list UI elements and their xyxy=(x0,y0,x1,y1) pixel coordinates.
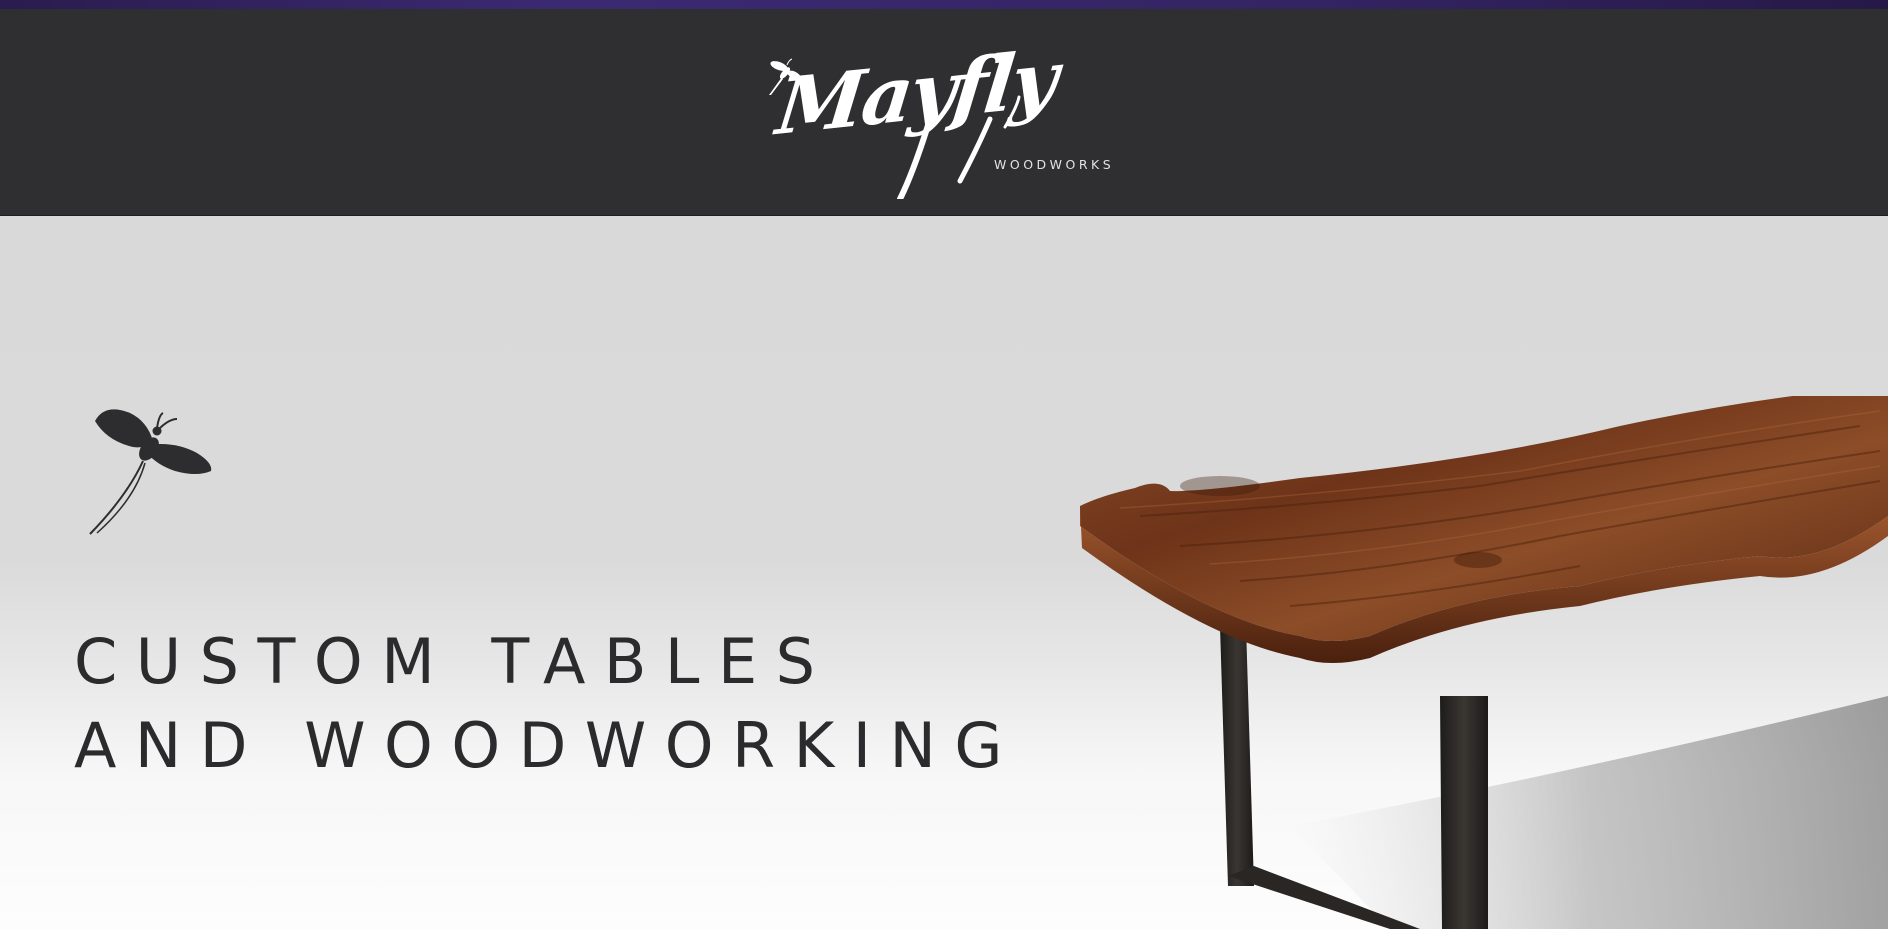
mayfly-icon xyxy=(89,409,212,535)
mayfly-woodworks-logo[interactable]: Mayfly WOODWORKS xyxy=(765,34,1135,199)
hero-section: CUSTOM TABLES AND WOODWORKING xyxy=(0,216,1888,929)
live-edge-table-photo xyxy=(1080,396,1888,929)
hero-headline: CUSTOM TABLES AND WOODWORKING xyxy=(74,620,1021,788)
headline-line-2: AND WOODWORKING xyxy=(74,709,1021,782)
headline-line-1: CUSTOM TABLES xyxy=(74,625,834,698)
logo-subtitle: WOODWORKS xyxy=(994,157,1115,172)
site-header: Mayfly WOODWORKS xyxy=(0,9,1888,216)
top-accent-bar xyxy=(0,0,1888,9)
